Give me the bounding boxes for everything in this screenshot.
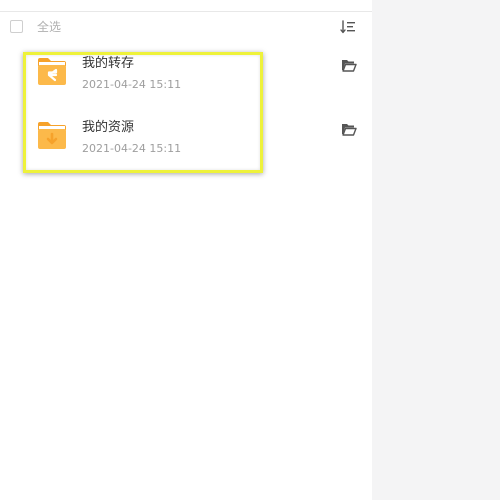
open-folder-icon[interactable] (341, 58, 357, 72)
sort-list-icon[interactable] (340, 20, 356, 34)
folder-download-icon (38, 122, 66, 149)
page: 全选 我的转存 2021-04-24 15:11 我的资源 2021-04-24… (0, 0, 500, 500)
file-name[interactable]: 我的资源 (82, 120, 134, 136)
right-side-panel (372, 0, 500, 500)
file-list-panel: 全选 我的转存 2021-04-24 15:11 我的资源 2021-04-24… (0, 0, 372, 500)
file-time: 2021-04-24 15:11 (82, 142, 182, 155)
list-header: 全选 (0, 12, 372, 44)
list-item[interactable]: 我的转存 2021-04-24 15:11 (0, 44, 372, 108)
folder-transfer-icon (38, 58, 66, 85)
open-folder-icon[interactable] (341, 122, 357, 136)
file-name[interactable]: 我的转存 (82, 56, 134, 72)
select-all-label: 全选 (37, 20, 62, 34)
select-all-checkbox[interactable] (10, 20, 23, 33)
file-time: 2021-04-24 15:11 (82, 78, 182, 91)
list-item[interactable]: 我的资源 2021-04-24 15:11 (0, 108, 372, 172)
